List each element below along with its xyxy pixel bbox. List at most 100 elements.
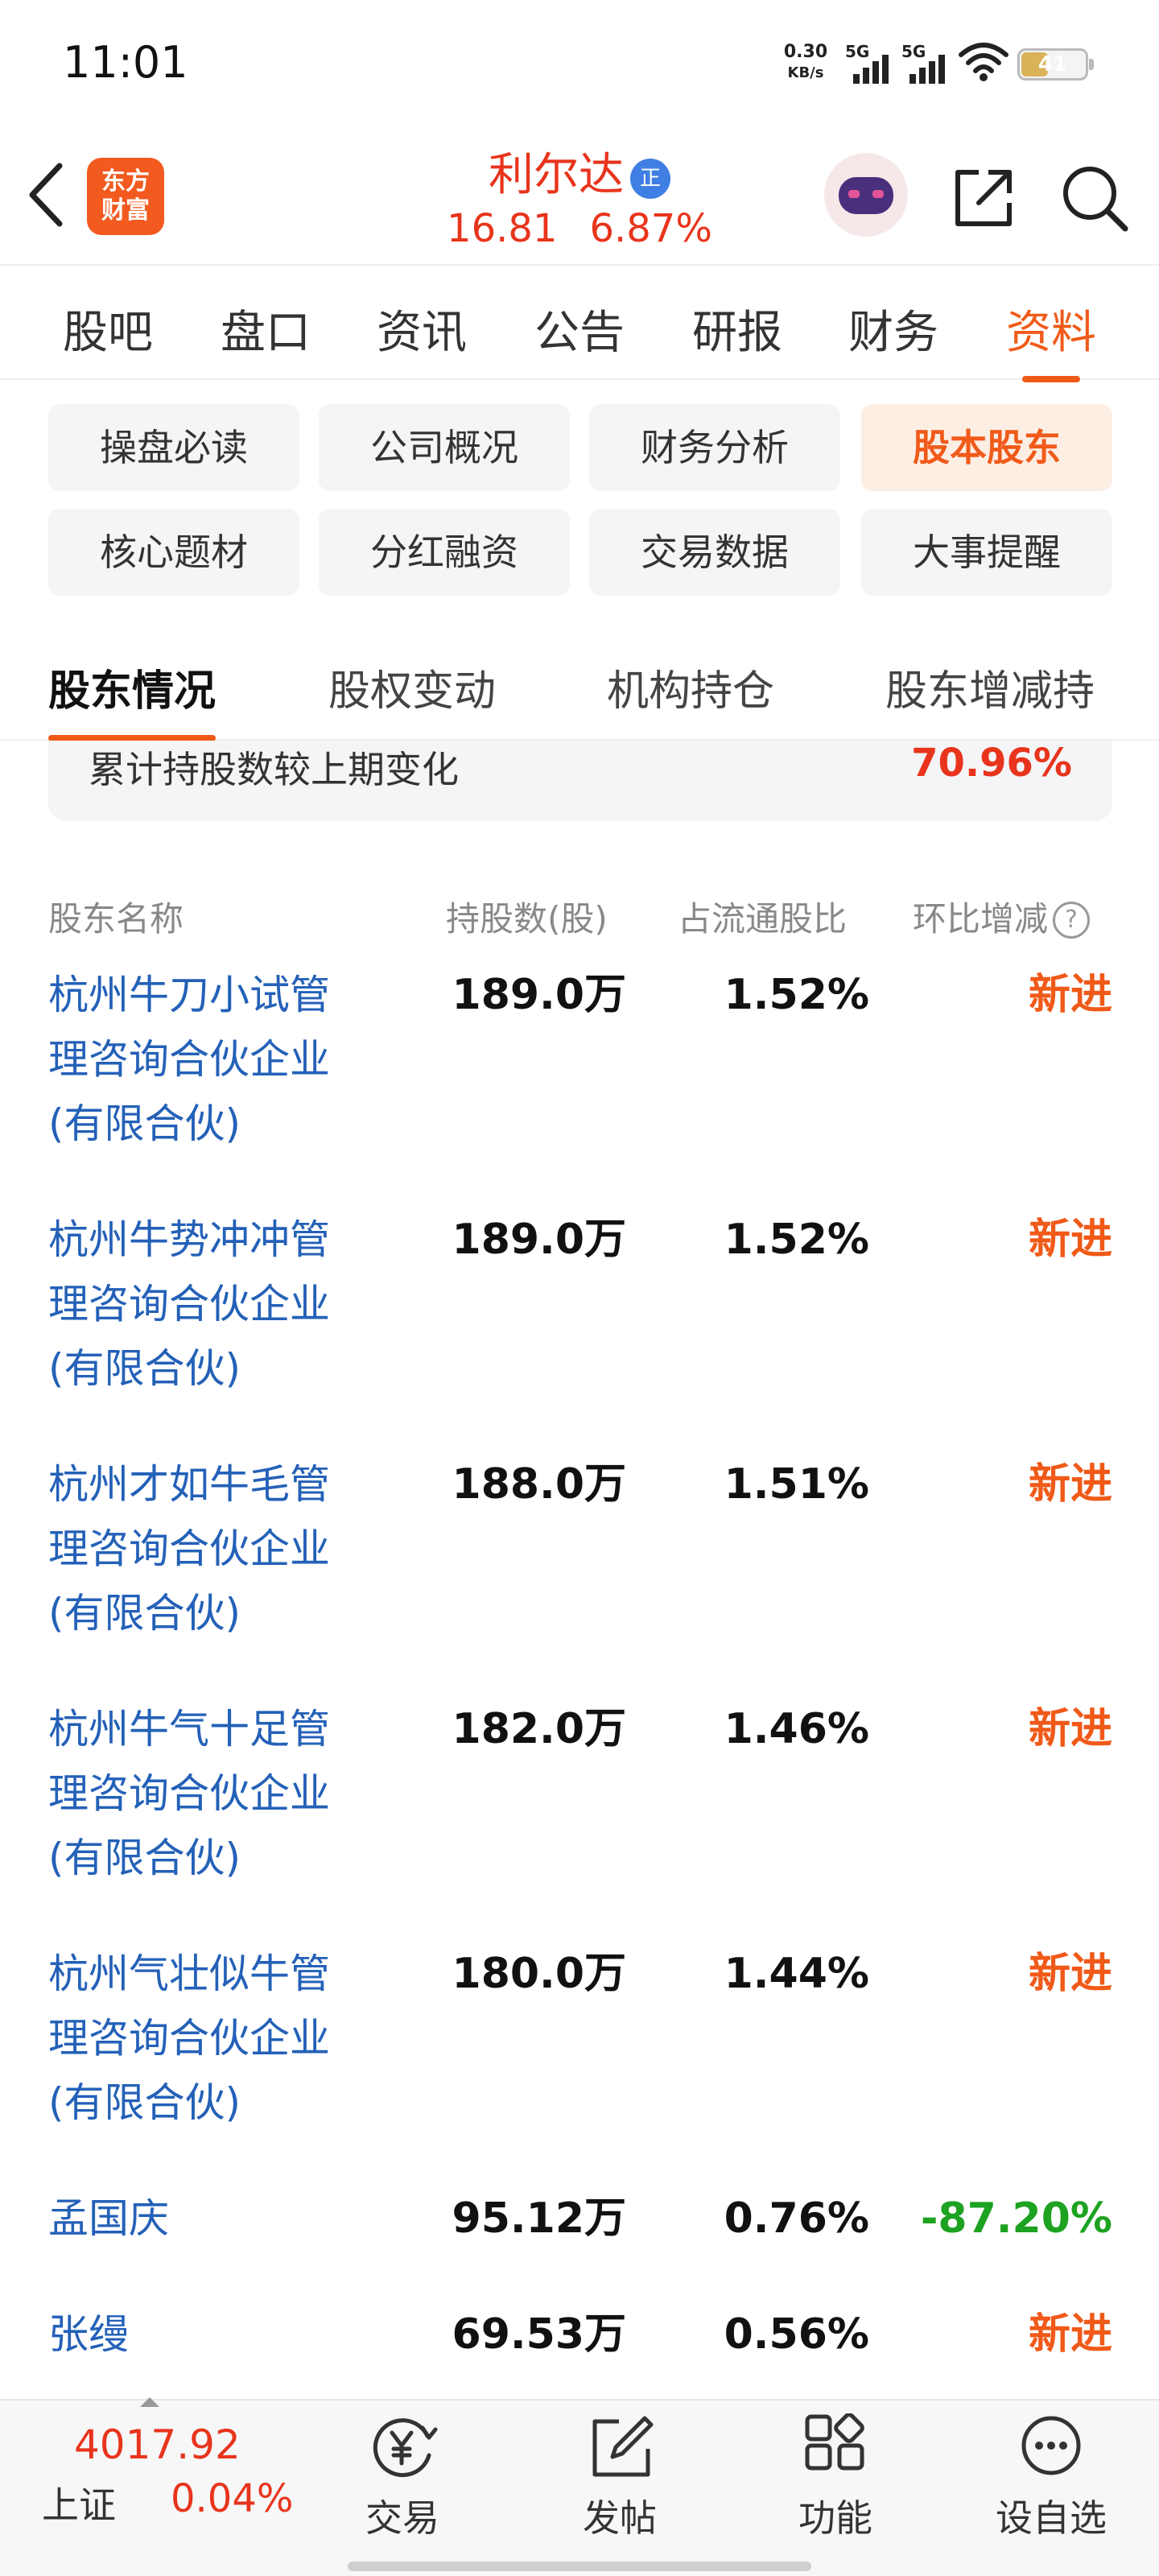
add-watchlist-button[interactable]: 设自选 xyxy=(987,2407,1116,2540)
summary-label: 累计持股数较上期变化 xyxy=(89,748,459,791)
tab-shareholder-changes[interactable]: 股东增减持 xyxy=(885,657,1095,717)
bottom-bar: 4017.92 上证 0.04% 交易 发帖 功能 设自选 xyxy=(0,2397,1159,2576)
index-name: 上证 xyxy=(42,2483,116,2527)
subtab-core-themes[interactable]: 核心题材 xyxy=(48,509,299,596)
name-line: 杭州才如牛毛管 xyxy=(48,1461,330,1508)
subtab-dividends[interactable]: 分红融资 xyxy=(319,509,570,596)
table-row[interactable]: 杭州气壮似牛管 理咨询合伙企业 (有限合伙) 180.0万 1.44% 新进 xyxy=(0,1942,1159,2186)
app-logo[interactable]: 东方 财富 xyxy=(87,158,164,235)
subtab-trading-guide[interactable]: 操盘必读 xyxy=(48,404,299,491)
search-icon xyxy=(1063,167,1128,232)
tab-news[interactable]: 资讯 xyxy=(365,296,478,361)
shareholder-name[interactable]: 张缦 xyxy=(48,2302,370,2367)
subtab-events[interactable]: 大事提醒 xyxy=(861,509,1112,596)
shareholder-name[interactable]: 杭州气壮似牛管 理咨询合伙企业 (有限合伙) xyxy=(48,1942,370,2135)
tab-research[interactable]: 研报 xyxy=(681,296,794,361)
network-speed-value: 0.30 xyxy=(783,42,828,62)
post-label: 发帖 xyxy=(583,2496,657,2540)
shareholder-name[interactable]: 杭州牛刀小试管 理咨询合伙企业 (有限合伙) xyxy=(48,963,370,1156)
back-button[interactable] xyxy=(23,159,71,232)
post-icon xyxy=(592,2416,654,2477)
help-icon[interactable]: ? xyxy=(1053,902,1091,939)
shares-cell: 189.0万 xyxy=(452,1216,626,1264)
shareholder-tabs: 股东情况 股权变动 机构持仓 股东增减持 xyxy=(0,644,1159,741)
tab-shareholder-status[interactable]: 股东情况 xyxy=(48,657,217,741)
name-line: (有限合伙) xyxy=(48,1590,241,1637)
stock-title: 利尔达正 xyxy=(386,138,773,204)
shares-cell: 95.12万 xyxy=(452,2194,626,2243)
change-cell: 新进 xyxy=(1028,1950,1112,1998)
network-speed: 0.30 KB/s xyxy=(777,42,834,84)
ratio-cell: 1.52% xyxy=(724,1216,869,1264)
status-bar: 11:01 0.30 KB/s 5G 5G 41 xyxy=(0,0,1159,129)
shares-cell: 182.0万 xyxy=(452,1705,626,1753)
change-cell: 新进 xyxy=(1028,1460,1112,1509)
name-line: 理咨询合伙企业 xyxy=(48,1281,330,1327)
stock-price: 16.81 xyxy=(447,206,558,251)
table-row[interactable]: 杭州牛势冲冲管 理咨询合伙企业 (有限合伙) 189.0万 1.52% 新进 xyxy=(0,1208,1159,1452)
tab-guba[interactable]: 股吧 xyxy=(52,296,164,361)
tab-equity-changes[interactable]: 股权变动 xyxy=(328,657,496,717)
tab-announcements[interactable]: 公告 xyxy=(523,296,636,361)
logo-text-bottom: 财富 xyxy=(101,196,150,225)
name-line: (有限合伙) xyxy=(48,2079,241,2126)
name-line: (有限合伙) xyxy=(48,1835,241,1881)
post-button[interactable]: 发帖 xyxy=(555,2407,684,2540)
col-header-change-label: 环比增减 xyxy=(913,899,1049,939)
ratio-cell: 1.51% xyxy=(724,1460,869,1509)
name-line: 杭州牛刀小试管 xyxy=(48,972,330,1018)
battery-icon: 41 xyxy=(1017,48,1094,80)
col-header-shares: 持股数(股) xyxy=(446,899,608,939)
name-line: 理咨询合伙企业 xyxy=(48,1770,330,1817)
price-row: 16.81 6.87% xyxy=(386,206,773,251)
functions-button[interactable]: 功能 xyxy=(771,2407,900,2540)
change-cell: 新进 xyxy=(1028,1216,1112,1264)
shares-cell: 188.0万 xyxy=(452,1460,626,1509)
tab-profile[interactable]: 资料 xyxy=(995,296,1107,382)
shareholder-name[interactable]: 杭州牛气十足管 理咨询合伙企业 (有限合伙) xyxy=(48,1697,370,1890)
table-row[interactable]: 张缦 69.53万 0.56% 新进 xyxy=(0,2302,1159,2399)
col-header-change: 环比增减? xyxy=(913,892,1091,941)
subtab-trading-data[interactable]: 交易数据 xyxy=(589,509,840,596)
search-button[interactable] xyxy=(1058,161,1132,235)
change-cell: 新进 xyxy=(1028,971,1112,1019)
tab-institutional-holdings[interactable]: 机构持仓 xyxy=(607,657,774,717)
col-header-name: 股东名称 xyxy=(48,899,184,939)
signal-icon: 5G xyxy=(845,42,897,84)
table-row[interactable]: 杭州才如牛毛管 理咨询合伙企业 (有限合伙) 188.0万 1.51% 新进 xyxy=(0,1452,1159,1697)
home-indicator[interactable] xyxy=(348,2562,811,2571)
add-watchlist-label: 设自选 xyxy=(996,2496,1107,2540)
trade-button[interactable]: 交易 xyxy=(338,2407,467,2540)
stock-header: 东方 财富 利尔达正 16.81 6.87% xyxy=(0,129,1159,266)
name-line: 孟国庆 xyxy=(48,2195,169,2242)
name-line: 杭州牛气十足管 xyxy=(48,1706,330,1752)
subtab-financial-analysis[interactable]: 财务分析 xyxy=(589,404,840,491)
expand-arrow-icon[interactable] xyxy=(140,2397,159,2407)
chevron-left-icon xyxy=(29,163,63,227)
tab-finance[interactable]: 财务 xyxy=(837,296,950,361)
subtab-company-overview[interactable]: 公司概况 xyxy=(319,404,570,491)
subtab-shareholders[interactable]: 股本股东 xyxy=(861,404,1112,491)
name-line: 杭州气壮似牛管 xyxy=(48,1951,330,1997)
logo-text-top: 东方 xyxy=(101,167,150,196)
change-cell: 新进 xyxy=(1028,2310,1112,2359)
functions-icon xyxy=(805,2413,864,2471)
index-change: 0.04% xyxy=(171,2476,294,2521)
ratio-cell: 0.76% xyxy=(724,2194,869,2243)
table-row[interactable]: 杭州牛气十足管 理咨询合伙企业 (有限合伙) 182.0万 1.46% 新进 xyxy=(0,1697,1159,1942)
more-icon xyxy=(1021,2416,1081,2475)
trade-label: 交易 xyxy=(365,2496,439,2540)
assistant-robot-icon[interactable] xyxy=(824,153,908,237)
change-cell: -87.20% xyxy=(920,2194,1112,2243)
shareholder-name[interactable]: 孟国庆 xyxy=(48,2186,370,2251)
name-line: 理咨询合伙企业 xyxy=(48,1525,330,1572)
shareholder-name[interactable]: 杭州才如牛毛管 理咨询合伙企业 (有限合伙) xyxy=(48,1452,370,1645)
table-row[interactable]: 孟国庆 95.12万 0.76% -87.20% xyxy=(0,2186,1159,2302)
table-row[interactable]: 杭州牛刀小试管 理咨询合伙企业 (有限合伙) 189.0万 1.52% 新进 xyxy=(0,963,1159,1208)
tab-pankou[interactable]: 盘口 xyxy=(209,296,322,361)
name-line: (有限合伙) xyxy=(48,1100,241,1147)
stock-change-pct: 6.87% xyxy=(589,206,712,251)
name-line: 理咨询合伙企业 xyxy=(48,1036,330,1083)
share-button[interactable] xyxy=(947,161,1021,235)
shareholder-name[interactable]: 杭州牛势冲冲管 理咨询合伙企业 (有限合伙) xyxy=(48,1208,370,1401)
